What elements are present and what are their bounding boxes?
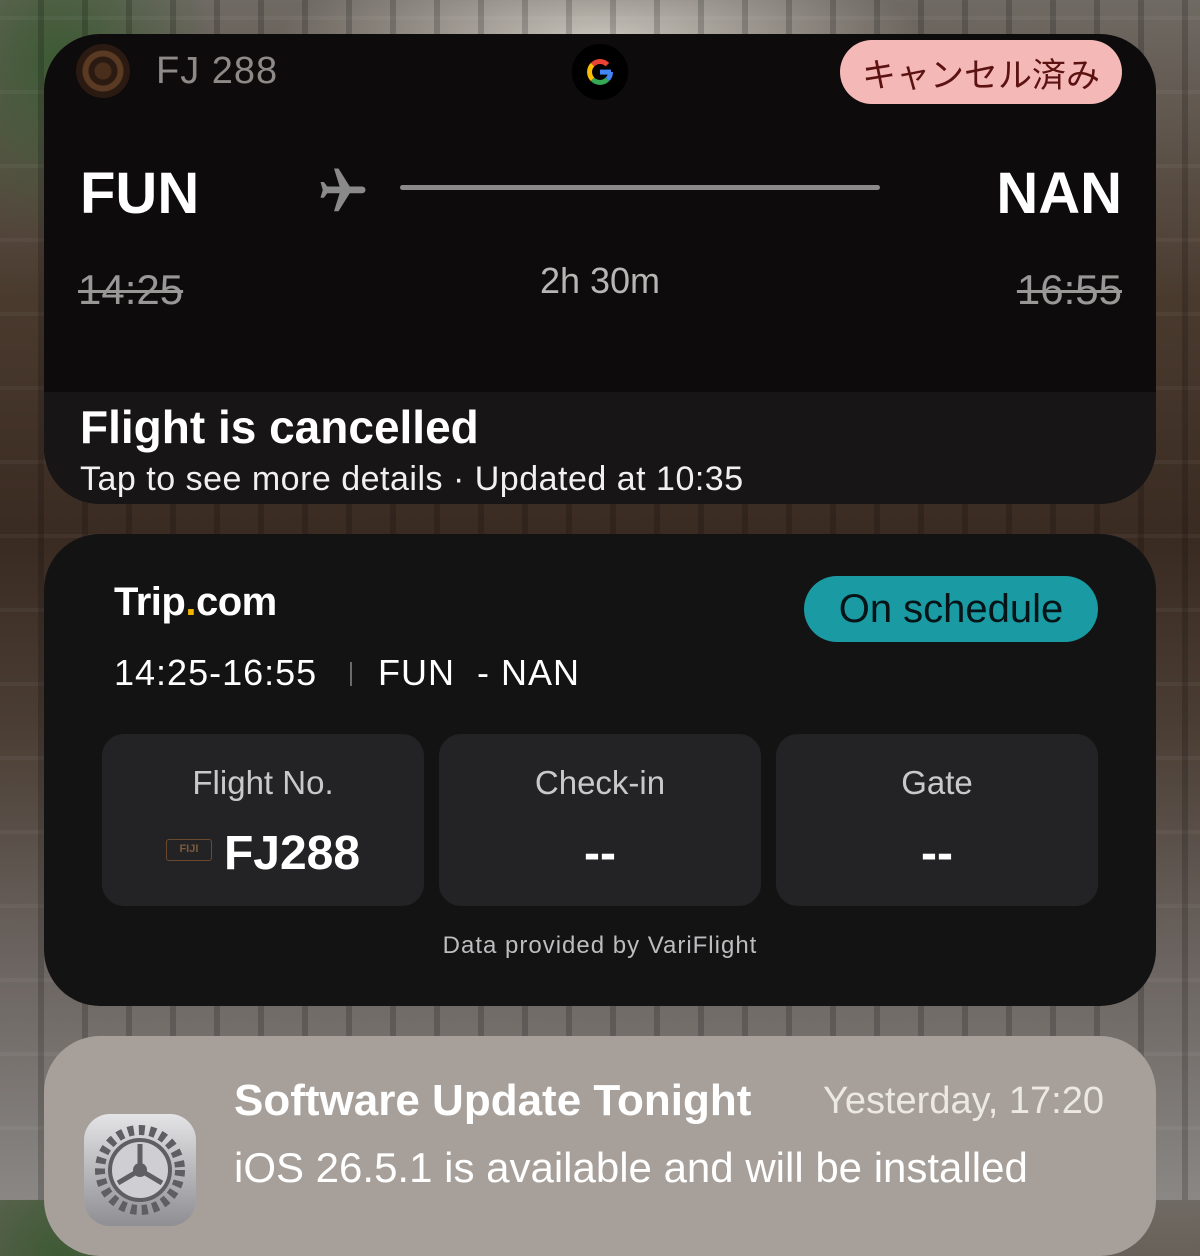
gate-box: Gate --	[776, 734, 1098, 906]
status-title: Flight is cancelled	[80, 401, 479, 453]
status-subtitle: Tap to see more details · Updated at 10:…	[80, 460, 744, 498]
trip-time-range: 14:25-16:55	[114, 652, 318, 693]
trip-brand-logo: Trip.com	[114, 580, 277, 625]
flight-no-label: Flight No.	[192, 764, 334, 801]
update-title: Software Update Tonight	[234, 1076, 752, 1125]
arrival-time: 16:55	[1016, 266, 1122, 313]
schedule-status-badge: On schedule	[804, 576, 1098, 642]
airline-logo-icon	[76, 44, 130, 98]
cancelled-status-badge: キャンセル済み	[840, 40, 1122, 104]
divider	[350, 662, 352, 686]
update-body: iOS 26.5.1 is available and will be inst…	[234, 1144, 1028, 1191]
origin-code: FUN	[80, 161, 200, 226]
flight-no-text: FJ288	[223, 827, 361, 880]
check-in-value: --	[584, 827, 616, 880]
airplane-icon	[320, 168, 366, 212]
check-in-label: Check-in	[534, 764, 666, 801]
flight-no-value: FIJI FJ288	[102, 826, 424, 881]
gate-label: Gate	[901, 764, 973, 801]
route-progress-line	[400, 185, 880, 190]
trip-route: FUN - NAN	[378, 652, 580, 693]
fiji-airways-logo: FIJI	[165, 839, 212, 862]
destination-code: NAN	[996, 161, 1122, 226]
settings-gear-icon	[84, 1114, 196, 1226]
brand-main: Trip	[114, 580, 186, 624]
google-logo-icon	[572, 44, 628, 100]
brand-dot: .	[185, 580, 196, 624]
check-in-box: Check-in --	[439, 734, 761, 906]
flight-number: FJ 288	[156, 50, 279, 92]
flight-no-box: Flight No. FIJI FJ288	[102, 734, 424, 906]
brand-tail: com	[195, 580, 277, 624]
update-time: Yesterday, 17:20	[823, 1080, 1104, 1122]
gate-value: --	[921, 827, 953, 880]
data-provider-note: Data provided by VariFlight	[442, 932, 758, 959]
